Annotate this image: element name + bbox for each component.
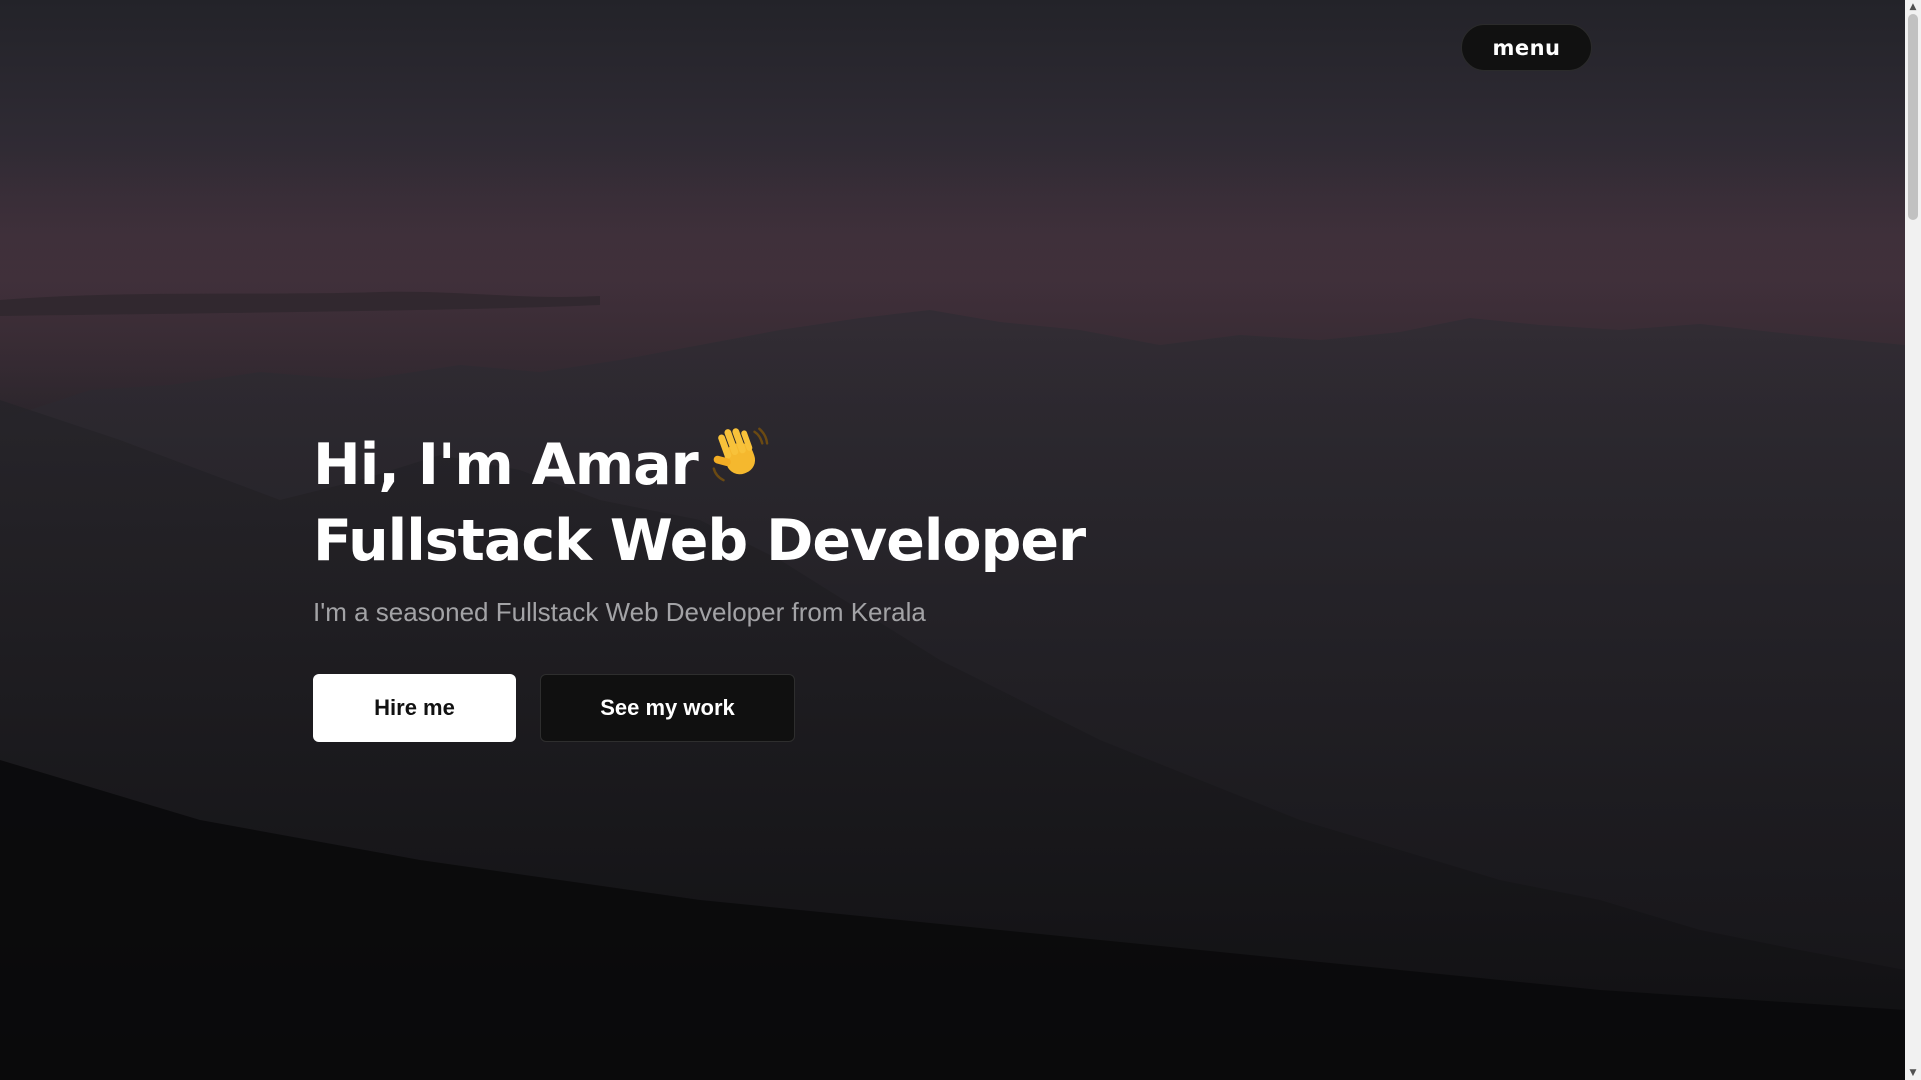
scrollbar-thumb[interactable] — [1908, 14, 1918, 220]
see-my-work-button[interactable]: See my work — [540, 674, 795, 742]
page-viewport: menu Hi, I'm Amar Fullstack Web Develope… — [0, 0, 1905, 1080]
vertical-scrollbar[interactable]: ▲ ▼ — [1905, 0, 1921, 1080]
hero-cta-row: Hire me See my work — [313, 674, 1313, 742]
hire-me-button[interactable]: Hire me — [313, 674, 516, 742]
hero-headline: Hi, I'm Amar Fullstack Web Developer — [313, 427, 1313, 575]
hero-subtitle: I'm a seasoned Fullstack Web Developer f… — [313, 597, 926, 627]
hero-greeting: Hi, I'm Amar — [313, 432, 699, 499]
scroll-down-arrow-icon[interactable]: ▼ — [1905, 1066, 1921, 1080]
hero-role: Fullstack Web Developer — [313, 508, 1086, 574]
hero-greeting-line: Hi, I'm Amar — [313, 427, 1313, 507]
hero-section: Hi, I'm Amar Fullstack Web Developer I'm… — [313, 427, 1313, 742]
menu-button[interactable]: menu — [1461, 24, 1592, 71]
scroll-up-arrow-icon[interactable]: ▲ — [1905, 0, 1921, 14]
waving-hand-icon — [708, 424, 770, 501]
